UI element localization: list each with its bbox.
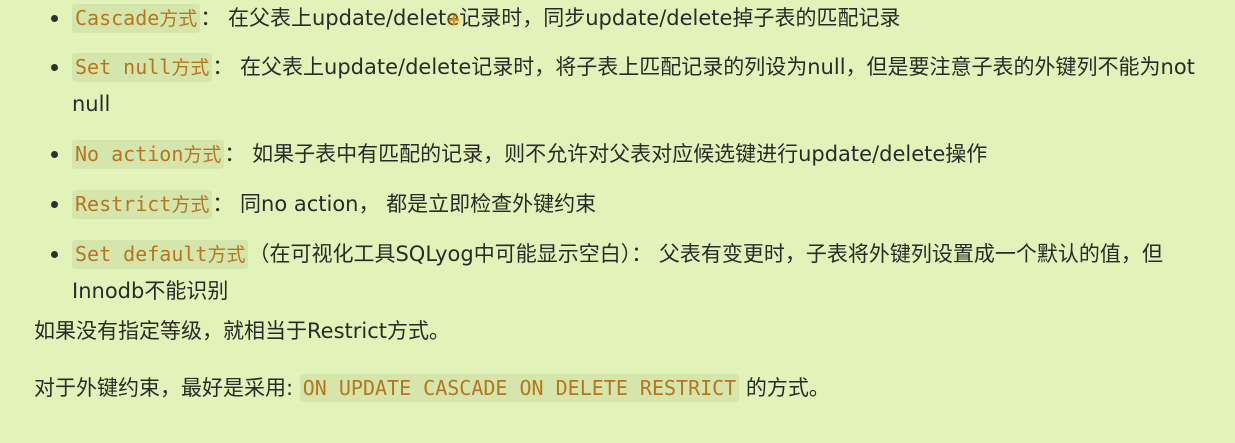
inline-code: Set default方式 xyxy=(72,240,249,269)
code-keyword: Cascade xyxy=(75,6,160,30)
code-suffix: 方式 xyxy=(171,57,210,79)
inline-code: Restrict方式 xyxy=(72,190,213,219)
item-description: ： 如果子表中有匹配的记录，则不允许对父表对应候选键进行update/delet… xyxy=(224,142,988,166)
code-keyword: Set default xyxy=(75,242,208,266)
recommendation-prefix: 对于外键约束，最好是采用: xyxy=(34,376,300,400)
paragraph-recommendation: 对于外键约束，最好是采用: ON UPDATE CASCADE ON DELET… xyxy=(34,370,1204,407)
list-item-cascade: Cascade方式： 在父表上update/delete记录时，同步update… xyxy=(51,0,1212,37)
inline-code: Cascade方式 xyxy=(72,4,201,33)
recommendation-suffix: 的方式。 xyxy=(739,376,830,400)
code-suffix: 方式 xyxy=(183,144,222,166)
list-item-no-action: No action方式： 如果子表中有匹配的记录，则不允许对父表对应候选键进行u… xyxy=(51,136,1212,173)
bullet-dot xyxy=(51,64,58,71)
bullet-dot xyxy=(51,151,58,158)
item-description: ： 在父表上update/delete记录时，将子表上匹配记录的列设为null，… xyxy=(72,55,1195,116)
inline-code: No action方式 xyxy=(72,140,225,169)
item-description: ： 在父表上update/delete记录时，同步update/delete掉子… xyxy=(200,6,901,30)
bullet-dot xyxy=(51,15,58,22)
list-item-set-default: Set default方式 （在可视化工具SQLyog中可能显示空白）： 父表有变… xyxy=(51,236,1212,310)
paragraph-default-level: 如果没有指定等级，就相当于Restrict方式。 xyxy=(34,319,450,343)
code-keyword: Restrict xyxy=(75,192,172,216)
document-body: Cascade方式： 在父表上update/delete记录时，同步update… xyxy=(0,0,1235,443)
code-keyword: No action xyxy=(75,142,184,166)
bullet-dot xyxy=(51,251,58,258)
list-item-restrict: Restrict方式： 同no action， 都是立即检查外键约束 xyxy=(51,186,1212,223)
code-keyword: Set null xyxy=(75,55,172,79)
code-suffix: 方式 xyxy=(207,244,246,266)
code-suffix: 方式 xyxy=(159,8,198,30)
item-description: ： 同no action， 都是立即检查外键约束 xyxy=(212,192,597,216)
inline-code: Set null方式 xyxy=(72,53,213,82)
inline-code-recommendation: ON UPDATE CASCADE ON DELETE RESTRICT xyxy=(299,374,740,402)
bullet-dot xyxy=(51,201,58,208)
code-suffix: 方式 xyxy=(171,194,210,216)
list-item-set-null: Set null方式： 在父表上update/delete记录时，将子表上匹配记… xyxy=(51,49,1212,123)
mouse-cursor-icon xyxy=(446,12,462,28)
